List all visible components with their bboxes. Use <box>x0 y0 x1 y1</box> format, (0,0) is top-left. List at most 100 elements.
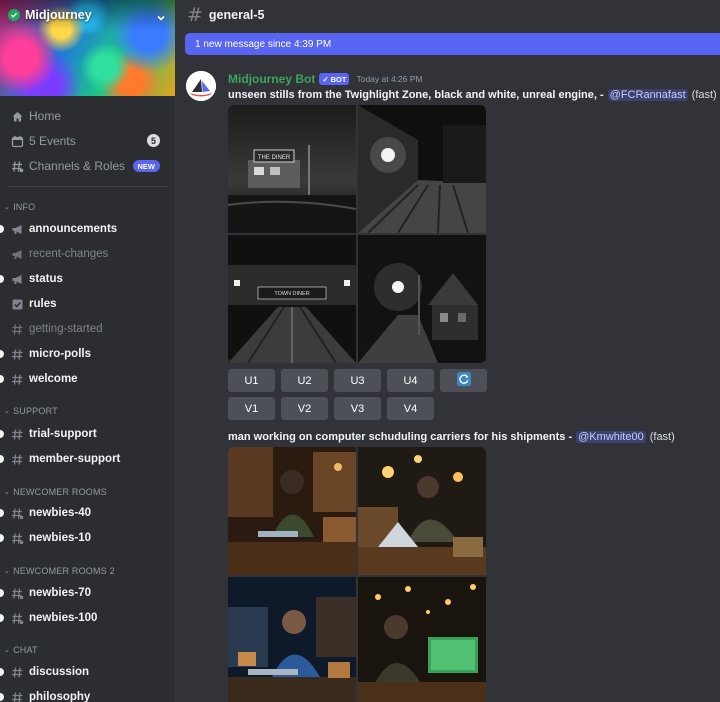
generated-image[interactable]: TOWN DINER <box>228 235 356 363</box>
hashtag-icon <box>10 347 24 361</box>
calendar-icon <box>10 134 24 148</box>
megaphone-icon <box>10 272 24 286</box>
unread-indicator <box>0 614 4 622</box>
channel-newbies-40[interactable]: newbies-40 <box>0 503 175 523</box>
user-mention[interactable]: @Kmwhite00 <box>576 431 646 443</box>
image-grid-2[interactable] <box>228 447 486 702</box>
user-mention[interactable]: @FCRannafast <box>607 89 688 101</box>
generated-image[interactable] <box>228 447 356 575</box>
generated-image[interactable] <box>358 577 486 702</box>
sidebar-item-events[interactable]: 5 Events 5 <box>0 130 170 152</box>
generated-image[interactable] <box>358 105 486 233</box>
channel-title: general-5 <box>208 8 265 22</box>
message-header: Midjourney Bot ✓ BOT Today at 4:26 PM <box>228 72 423 86</box>
unread-indicator <box>0 534 4 542</box>
new-badge: NEW <box>132 160 160 172</box>
channel-rules[interactable]: rules <box>0 294 175 314</box>
upscale-3-button[interactable]: U3 <box>334 369 381 392</box>
image-grid-1[interactable]: THE DINER TOWN DINER <box>228 105 486 363</box>
chevron-down-icon: ⌄ <box>4 204 11 211</box>
refresh-icon <box>456 372 471 389</box>
category-chat[interactable]: ⌄ CHAT <box>4 644 38 656</box>
upscale-4-button[interactable]: U4 <box>387 369 434 392</box>
unread-indicator <box>0 509 4 517</box>
channel-philosophy[interactable]: philosophy <box>0 687 175 702</box>
server-header[interactable]: Midjourney <box>8 6 167 24</box>
hashtag-icon <box>10 427 24 441</box>
sidebar-item-home[interactable]: Home <box>0 105 170 127</box>
upscale-1-button[interactable]: U1 <box>228 369 275 392</box>
avatar[interactable] <box>186 71 216 101</box>
verified-check-icon <box>8 9 20 21</box>
chevron-down-icon: ⌄ <box>4 489 11 496</box>
unread-indicator <box>0 693 4 701</box>
channel-member-support[interactable]: member-support <box>0 449 175 469</box>
hashtag-icon <box>10 372 24 386</box>
sidebar-item-label: Channels & Roles <box>29 159 126 173</box>
chat-area: # general-5 1 new message since 4:39 PM … <box>175 0 720 702</box>
threads-icon <box>10 586 24 600</box>
sidebar-item-label: Home <box>29 109 62 123</box>
sign-text: THE DINER <box>258 155 291 161</box>
upscale-2-button[interactable]: U2 <box>281 369 328 392</box>
sidebar-item-channels-roles[interactable]: Channels & Roles NEW <box>0 155 170 177</box>
variation-4-button[interactable]: V4 <box>387 397 434 420</box>
unread-indicator <box>0 350 4 358</box>
new-messages-text: 1 new message since 4:39 PM <box>195 38 332 50</box>
channel-discussion[interactable]: discussion <box>0 662 175 682</box>
chevron-down-icon: ⌄ <box>4 647 11 654</box>
events-count-badge: 5 <box>147 134 160 147</box>
sidebar-item-label: 5 Events <box>29 134 76 148</box>
generated-image[interactable] <box>228 577 356 702</box>
channel-status[interactable]: status <box>0 269 175 289</box>
server-sidebar: Midjourney Home 5 Events 5 Channels & Ro… <box>0 0 175 702</box>
generated-image[interactable] <box>358 235 486 363</box>
threads-icon <box>10 506 24 520</box>
generated-image[interactable] <box>358 447 486 575</box>
chevron-down-icon[interactable] <box>155 9 167 21</box>
variation-3-button[interactable]: V3 <box>334 397 381 420</box>
variation-2-button[interactable]: V2 <box>281 397 328 420</box>
channel-newbies-70[interactable]: newbies-70 <box>0 583 175 603</box>
hashtag-icon <box>10 452 24 466</box>
category-info[interactable]: ⌄ INFO <box>4 201 35 213</box>
hashtag-icon <box>10 690 24 702</box>
unread-indicator <box>0 589 4 597</box>
variation-1-button[interactable]: V1 <box>228 397 275 420</box>
channel-announcements[interactable]: announcements <box>0 219 175 239</box>
new-messages-bar[interactable]: 1 new message since 4:39 PM <box>185 33 720 55</box>
message-timestamp: Today at 4:26 PM <box>356 74 423 84</box>
megaphone-icon <box>10 222 24 236</box>
unread-indicator <box>0 275 4 283</box>
threads-icon <box>10 611 24 625</box>
category-support[interactable]: ⌄ SUPPORT <box>4 405 58 417</box>
category-newcomer-rooms-2[interactable]: ⌄ NEWCOMER ROOMS 2 <box>4 565 115 577</box>
channels-roles-icon <box>10 159 24 173</box>
threads-icon <box>10 531 24 545</box>
channel-getting-started[interactable]: getting-started <box>0 319 175 339</box>
chevron-down-icon: ⌄ <box>4 568 11 575</box>
unread-indicator <box>0 455 4 463</box>
channel-micro-polls[interactable]: micro-polls <box>0 344 175 364</box>
unread-indicator <box>0 668 4 676</box>
chevron-down-icon: ⌄ <box>4 408 11 415</box>
channel-newbies-10[interactable]: newbies-10 <box>0 528 175 548</box>
hashtag-icon: # <box>187 4 203 26</box>
bot-tag: ✓ BOT <box>319 73 350 85</box>
category-newcomer-rooms[interactable]: ⌄ NEWCOMER ROOMS <box>4 486 107 498</box>
server-name: Midjourney <box>25 8 92 22</box>
sidebar-divider <box>8 186 168 187</box>
check-icon: ✓ <box>322 74 329 84</box>
channel-newbies-100[interactable]: newbies-100 <box>0 608 175 628</box>
generated-image[interactable]: THE DINER <box>228 105 356 233</box>
author-name[interactable]: Midjourney Bot <box>228 72 315 86</box>
home-icon <box>10 109 24 123</box>
unread-indicator <box>0 225 4 233</box>
unread-indicator <box>0 375 4 383</box>
channel-welcome[interactable]: welcome <box>0 369 175 389</box>
channel-trial-support[interactable]: trial-support <box>0 424 175 444</box>
reroll-button[interactable] <box>440 369 487 392</box>
message-prompt-1: unseen stills from the Twighlight Zone, … <box>228 89 717 101</box>
channel-recent-changes[interactable]: recent-changes <box>0 244 175 264</box>
checkbox-icon <box>10 297 24 311</box>
